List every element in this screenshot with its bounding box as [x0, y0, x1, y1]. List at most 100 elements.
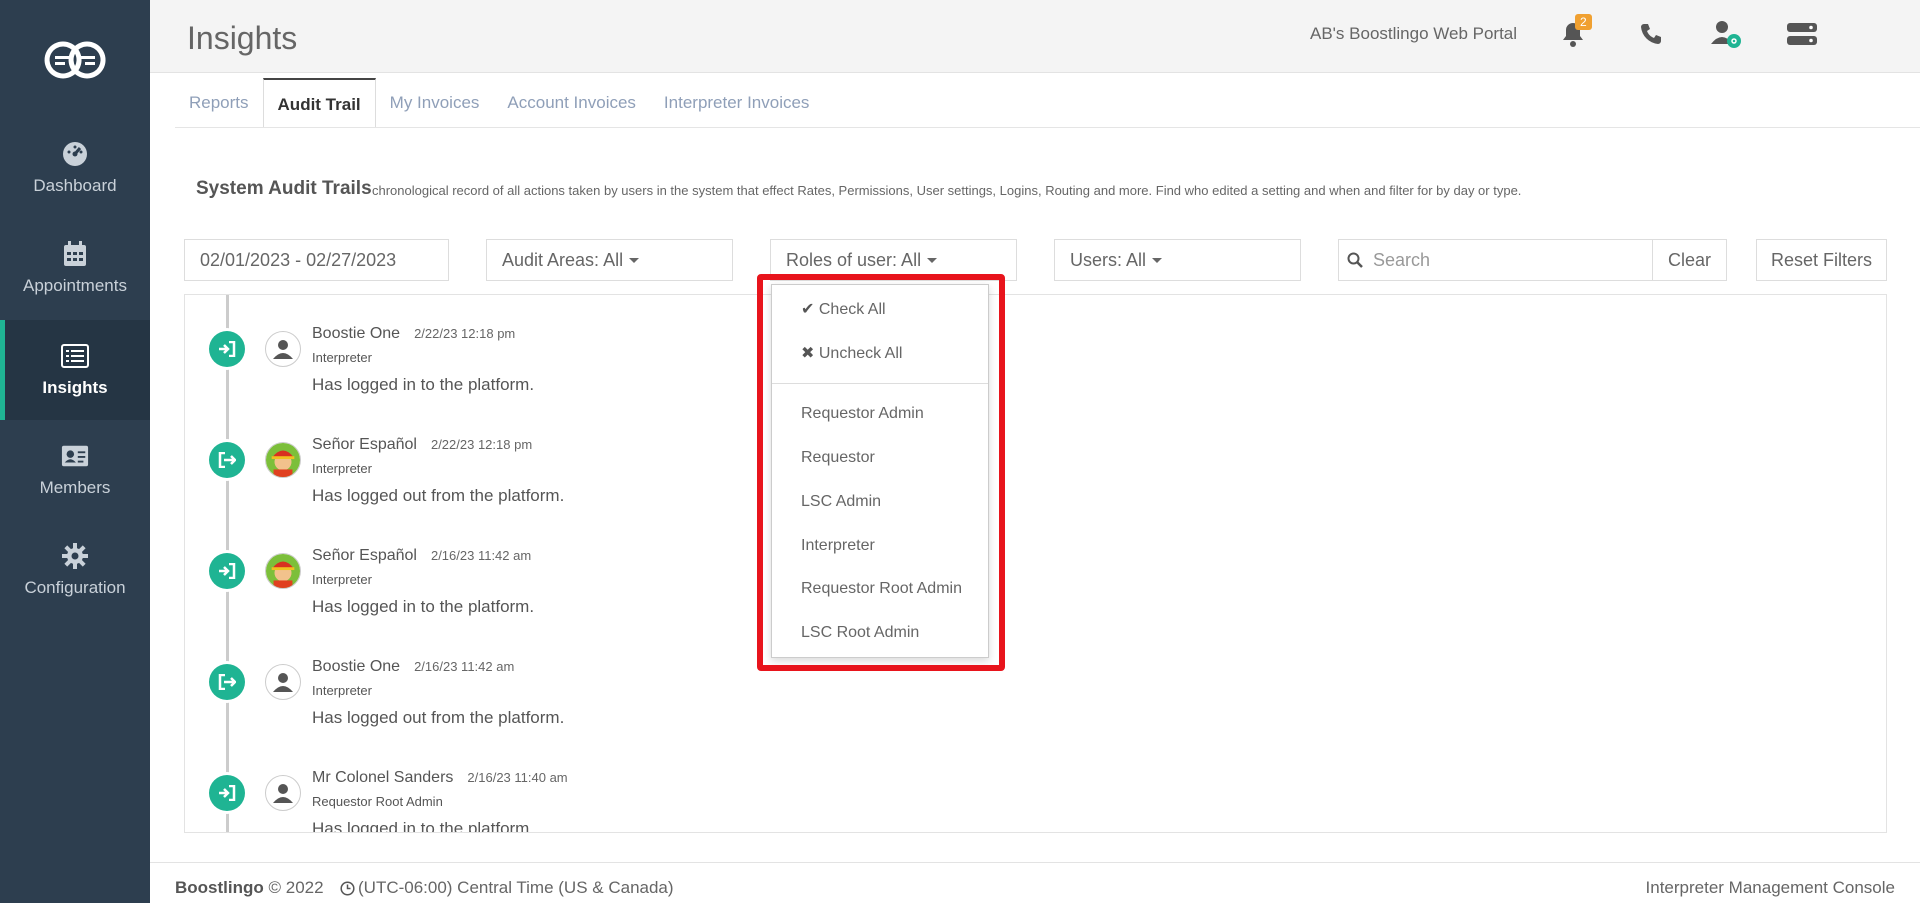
entry-role: Interpreter: [312, 572, 372, 587]
entry-message: Has logged in to the platform.: [312, 819, 535, 833]
id-card-icon: [61, 442, 89, 470]
check-all-option[interactable]: ✔ Check All: [801, 299, 886, 319]
search-box: [1338, 239, 1653, 281]
phone-icon[interactable]: [1635, 18, 1667, 50]
search-icon: [1347, 252, 1363, 268]
check-all-label: Check All: [818, 301, 886, 318]
role-option-requestor-admin[interactable]: Requestor Admin: [801, 405, 924, 423]
avatar: [265, 775, 301, 811]
logout-icon: [209, 442, 245, 478]
server-stack-icon[interactable]: [1786, 18, 1818, 50]
dashboard-icon: [61, 140, 89, 168]
sidebar-item-dashboard[interactable]: Dashboard: [0, 118, 150, 218]
entry-message: Has logged out from the platform.: [312, 486, 565, 505]
dropdown-divider: [772, 383, 988, 384]
notification-badge: 2: [1575, 14, 1592, 30]
entry-role: Interpreter: [312, 683, 372, 698]
insights-tabs: Reports Audit Trail My Invoices Account …: [175, 78, 823, 128]
roles-dropdown-menu: ✔ Check All ✖ Uncheck All Requestor Admi…: [771, 284, 989, 658]
sidebar-item-label: Members: [39, 478, 111, 497]
tabs-divider: [175, 127, 1920, 128]
footer-console-name: Interpreter Management Console: [1645, 878, 1895, 897]
sidebar-item-label: Dashboard: [33, 176, 117, 195]
logout-icon: [209, 664, 245, 700]
notifications-bell-icon[interactable]: 2: [1557, 14, 1592, 50]
login-icon: [209, 775, 245, 811]
clear-button[interactable]: Clear: [1652, 239, 1727, 281]
login-icon: [209, 553, 245, 589]
sidebar-item-label: Configuration: [24, 578, 126, 597]
users-filter[interactable]: Users: All: [1054, 239, 1301, 281]
boostlingo-logo[interactable]: [0, 30, 150, 90]
portal-name[interactable]: AB's Boostlingo Web Portal: [1310, 24, 1517, 44]
gear-icon: [61, 542, 89, 570]
footer-copyright: © 2022: [268, 878, 324, 897]
sidebar-item-label: Appointments: [23, 276, 127, 295]
tab-account-invoices[interactable]: Account Invoices: [493, 78, 650, 128]
date-range-picker[interactable]: 02/01/2023 - 02/27/2023: [184, 239, 449, 281]
entry-date: 2/16/23 11:42 am: [414, 659, 515, 674]
page-title: Insights: [187, 20, 298, 56]
avatar: [265, 553, 301, 589]
calendar-icon: [61, 240, 89, 268]
sidebar-item-appointments[interactable]: Appointments: [0, 218, 150, 318]
footer-brand: Boostlingo: [175, 878, 264, 897]
entry-message: Has logged in to the platform.: [312, 375, 535, 394]
close-icon: ✖: [801, 345, 815, 362]
entry-user-name: Señor Español: [312, 547, 417, 564]
entry-date: 2/16/23 11:42 am: [430, 548, 532, 563]
caret-down-icon: [629, 257, 640, 263]
entry-user-name: Boostie One: [312, 325, 401, 342]
sidebar-item-insights[interactable]: Insights: [0, 320, 150, 420]
list-icon: [61, 342, 89, 370]
roles-label: Roles of user: All: [786, 249, 922, 270]
footer: Boostlingo © 2022 (UTC-06:00) Central Ti…: [150, 862, 1920, 903]
audit-feed: Boostie One 2/22/23 12:18 pm Interpreter …: [184, 294, 1887, 833]
entry-date: 2/22/23 12:18 pm: [430, 437, 533, 452]
check-icon: ✔: [801, 301, 815, 318]
entry-user-name: Boostie One: [312, 658, 401, 675]
list-item: Mr Colonel Sanders 2/16/23 11:40 am Reque…: [185, 739, 1085, 833]
uncheck-all-option[interactable]: ✖ Uncheck All: [801, 343, 902, 363]
avatar: [265, 442, 301, 478]
footer-timezone[interactable]: (UTC-06:00) Central Time (US & Canada): [358, 878, 674, 898]
users-label: Users: All: [1070, 249, 1147, 270]
entry-message: Has logged out from the platform.: [312, 708, 565, 727]
caret-down-icon: [1152, 257, 1163, 263]
sidebar-item-configuration[interactable]: Configuration: [0, 520, 150, 620]
role-option-requestor[interactable]: Requestor: [801, 449, 875, 467]
avatar: [265, 664, 301, 700]
reset-filters-button[interactable]: Reset Filters: [1756, 239, 1887, 281]
user-status-icon[interactable]: [1710, 18, 1742, 50]
audit-areas-label: Audit Areas: All: [502, 249, 624, 270]
entry-date: 2/22/23 12:18 pm: [414, 326, 516, 341]
entry-date: 2/16/23 11:40 am: [467, 770, 568, 785]
section-title: System Audit Trails: [196, 178, 372, 199]
role-option-lsc-root-admin[interactable]: LSC Root Admin: [801, 624, 919, 642]
tab-my-invoices[interactable]: My Invoices: [376, 78, 494, 128]
entry-message: Has logged in to the platform.: [312, 597, 535, 616]
search-input[interactable]: [1373, 249, 1643, 271]
audit-areas-filter[interactable]: Audit Areas: All: [486, 239, 733, 281]
role-option-requestor-root-admin[interactable]: Requestor Root Admin: [801, 580, 962, 598]
tab-reports[interactable]: Reports: [175, 78, 263, 128]
tab-audit-trail[interactable]: Audit Trail: [262, 78, 376, 128]
roles-filter[interactable]: Roles of user: All: [770, 239, 1017, 281]
entry-user-name: Señor Español: [312, 436, 417, 453]
entry-user-name: Mr Colonel Sanders: [312, 769, 454, 786]
top-header: Insights AB's Boostlingo Web Portal 2: [150, 0, 1920, 73]
uncheck-all-label: Uncheck All: [818, 345, 903, 362]
role-option-interpreter[interactable]: Interpreter: [801, 537, 875, 555]
clock-icon: [340, 880, 355, 896]
tab-interpreter-invoices[interactable]: Interpreter Invoices: [650, 78, 824, 128]
role-option-lsc-admin[interactable]: LSC Admin: [801, 493, 881, 511]
entry-role: Interpreter: [312, 350, 372, 365]
login-icon: [209, 331, 245, 367]
sidebar-item-members[interactable]: Members: [0, 420, 150, 520]
entry-role: Interpreter: [312, 461, 372, 476]
section-description: chronological record of all actions take…: [372, 183, 1522, 198]
sidebar-item-label: Insights: [42, 378, 108, 397]
avatar: [265, 331, 301, 367]
sidebar: Dashboard Appointments Insights Members …: [0, 0, 150, 903]
date-range-value: 02/01/2023 - 02/27/2023: [200, 249, 397, 270]
